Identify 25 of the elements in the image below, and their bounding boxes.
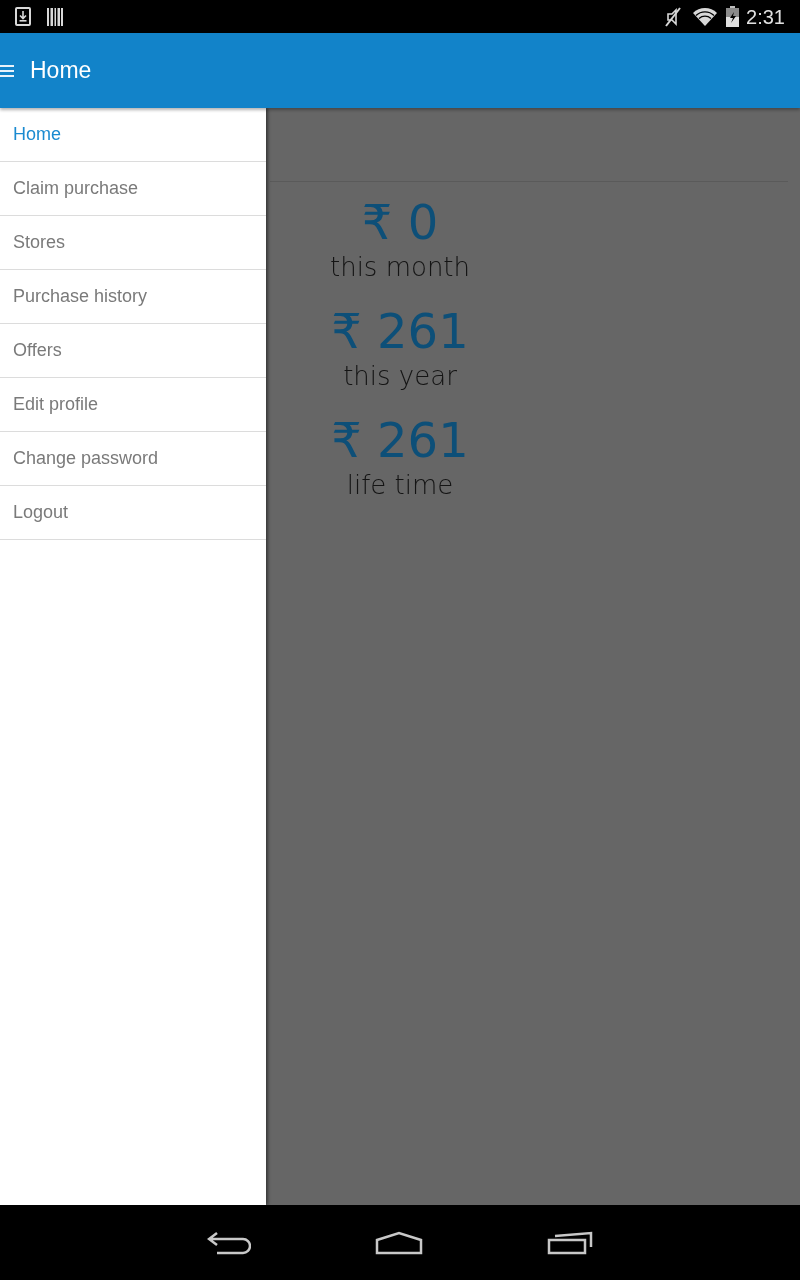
wifi-icon	[693, 7, 718, 26]
recent-apps-icon[interactable]	[547, 1230, 593, 1255]
period-label: this year	[343, 361, 457, 391]
drawer-item[interactable]: Purchase history	[0, 270, 266, 323]
drawer-item[interactable]: Stores	[0, 216, 266, 269]
drawer-item[interactable]: Home	[0, 108, 266, 161]
drawer-item[interactable]: Logout	[0, 486, 266, 539]
barcode-icon	[47, 7, 63, 26]
battery-icon	[726, 6, 740, 27]
drawer-item[interactable]: Edit profile	[0, 378, 266, 431]
period-label: this month	[329, 252, 471, 282]
menu-icon[interactable]	[0, 64, 14, 77]
clock-time: 2:31	[746, 4, 785, 29]
drawer-item[interactable]: Change password	[0, 432, 266, 485]
amount-value: ₹ 261	[331, 411, 469, 470]
app-bar-title: Home	[30, 56, 92, 86]
home-icon[interactable]	[375, 1230, 423, 1255]
drawer-item[interactable]: Claim purchase	[0, 162, 266, 215]
amount-value: ₹ 261	[331, 302, 469, 361]
drawer-item[interactable]: Offers	[0, 324, 266, 377]
period-label: life time	[346, 470, 454, 500]
amount-value: ₹ 0	[361, 193, 439, 252]
back-icon[interactable]	[207, 1230, 251, 1255]
download-notification-icon	[15, 7, 31, 26]
mute-icon	[664, 6, 683, 27]
